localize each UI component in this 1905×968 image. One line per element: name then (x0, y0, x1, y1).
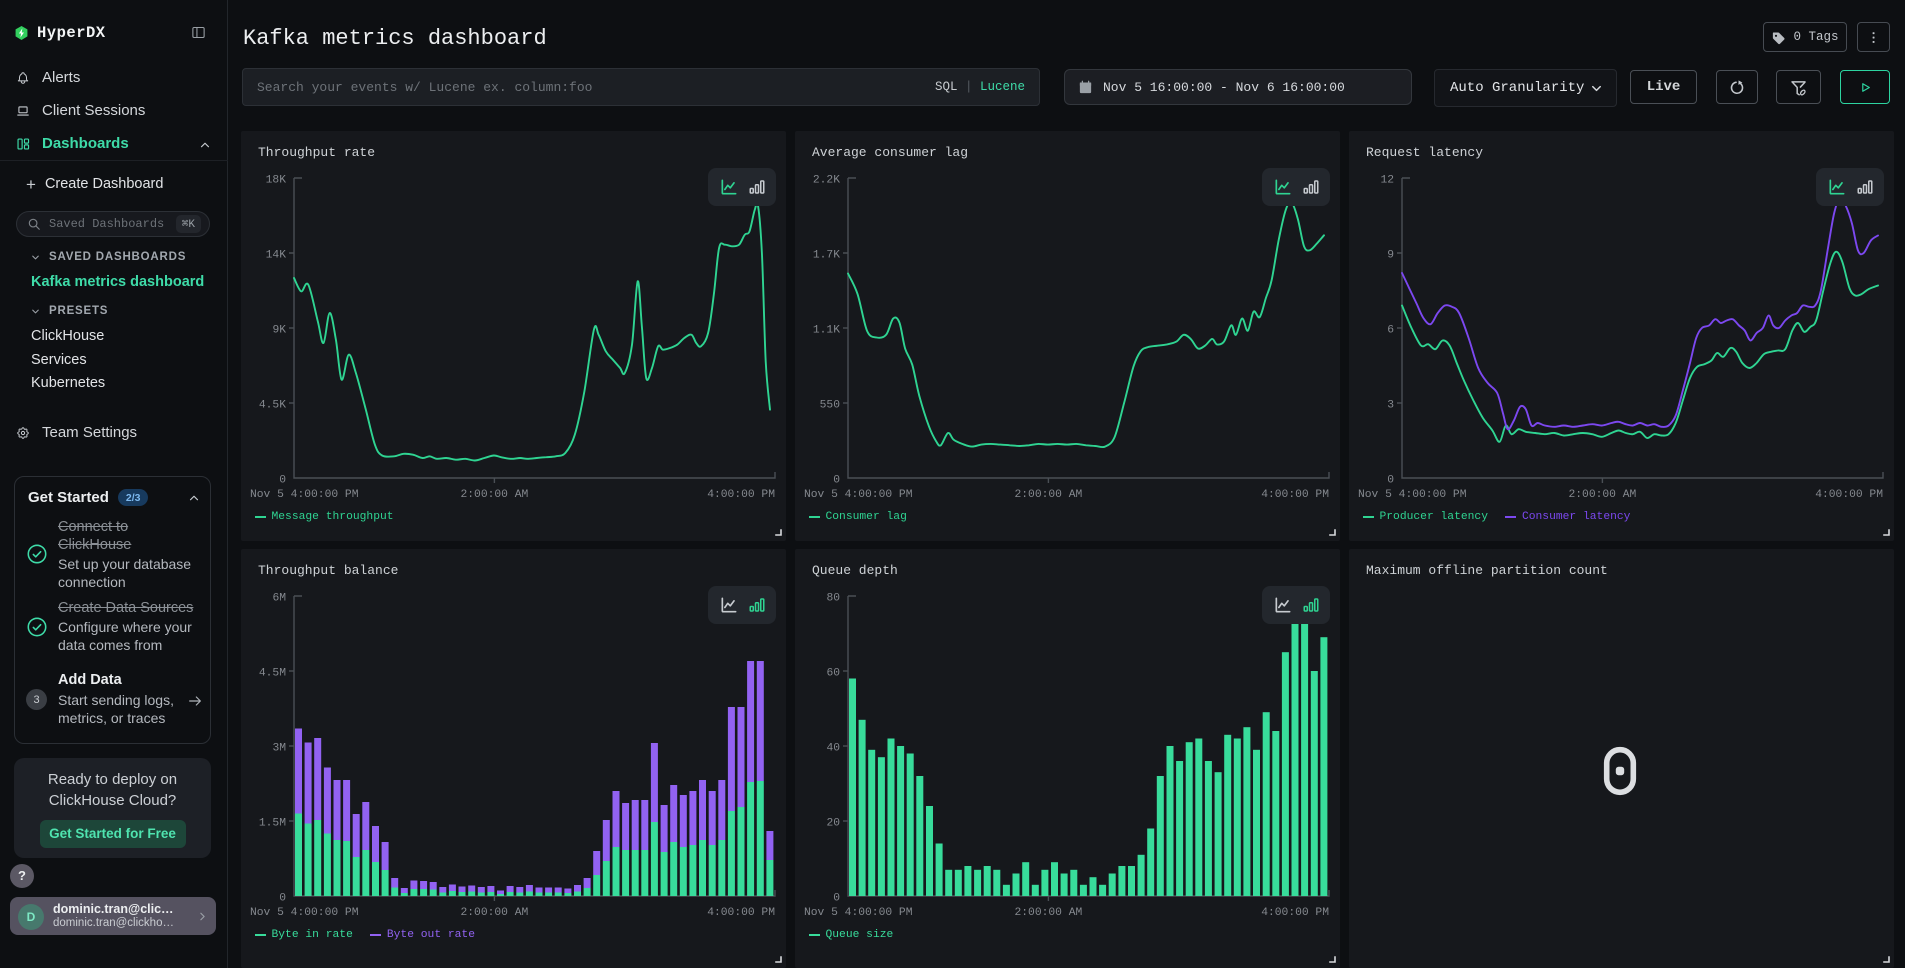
svg-text:2:00:00 AM: 2:00:00 AM (1015, 489, 1083, 501)
svg-text:1.5M: 1.5M (259, 818, 286, 830)
svg-text:4:00:00 PM: 4:00:00 PM (1815, 489, 1883, 501)
svg-text:20: 20 (826, 818, 840, 830)
svg-text:2:00:00 AM: 2:00:00 AM (1015, 907, 1083, 919)
svg-text:4.5K: 4.5K (259, 400, 286, 412)
svg-text:80: 80 (826, 593, 840, 605)
svg-text:12: 12 (1380, 175, 1394, 187)
svg-text:9K: 9K (272, 325, 286, 337)
svg-text:4:00:00 PM: 4:00:00 PM (1261, 907, 1329, 919)
svg-text:60: 60 (826, 668, 840, 680)
svg-text:6M: 6M (272, 593, 286, 605)
svg-text:6: 6 (1387, 325, 1394, 337)
svg-text:3: 3 (1387, 400, 1394, 412)
svg-text:0: 0 (1387, 475, 1394, 487)
svg-text:1.1K: 1.1K (813, 325, 840, 337)
svg-text:Nov 5 4:00:00 PM: Nov 5 4:00:00 PM (250, 489, 359, 501)
svg-text:Nov 5 4:00:00 PM: Nov 5 4:00:00 PM (804, 907, 913, 919)
svg-text:2.2K: 2.2K (813, 175, 840, 187)
svg-text:4:00:00 PM: 4:00:00 PM (707, 489, 775, 501)
svg-text:3M: 3M (272, 743, 286, 755)
svg-text:14K: 14K (266, 250, 287, 262)
svg-text:40: 40 (826, 743, 840, 755)
svg-text:18K: 18K (266, 175, 287, 187)
svg-text:550: 550 (820, 400, 841, 412)
svg-text:2:00:00 AM: 2:00:00 AM (461, 907, 529, 919)
svg-text:0: 0 (279, 475, 286, 487)
svg-text:Nov 5 4:00:00 PM: Nov 5 4:00:00 PM (1358, 489, 1467, 501)
svg-text:4:00:00 PM: 4:00:00 PM (1261, 489, 1329, 501)
svg-text:2:00:00 AM: 2:00:00 AM (461, 489, 529, 501)
svg-text:0: 0 (833, 893, 840, 905)
svg-text:0: 0 (833, 475, 840, 487)
svg-text:Nov 5 4:00:00 PM: Nov 5 4:00:00 PM (804, 489, 913, 501)
svg-text:4.5M: 4.5M (259, 668, 286, 680)
svg-text:4:00:00 PM: 4:00:00 PM (707, 907, 775, 919)
svg-text:9: 9 (1387, 250, 1394, 262)
svg-text:1.7K: 1.7K (813, 250, 840, 262)
svg-text:2:00:00 AM: 2:00:00 AM (1569, 489, 1637, 501)
svg-text:Nov 5 4:00:00 PM: Nov 5 4:00:00 PM (250, 907, 359, 919)
svg-text:0: 0 (279, 893, 286, 905)
